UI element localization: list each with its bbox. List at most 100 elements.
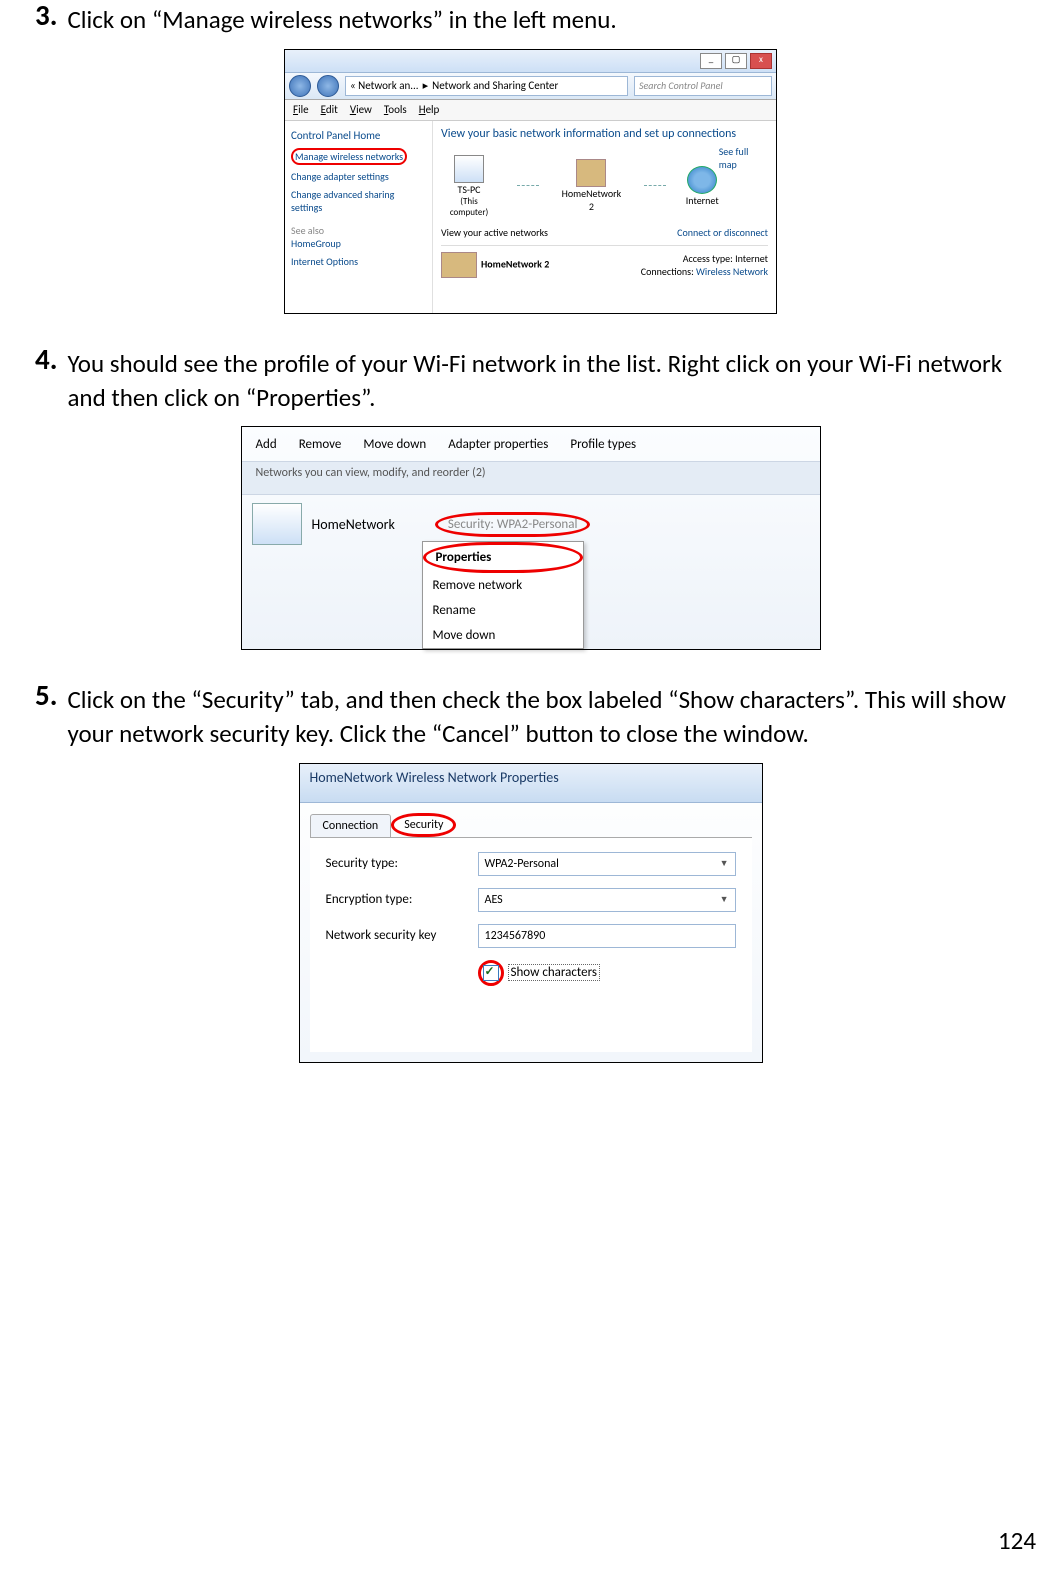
access-type-value: Internet [735, 252, 768, 265]
pc-node: TS-PC (This computer) [441, 155, 497, 218]
remove-button[interactable]: Remove [299, 437, 342, 452]
manage-wireless-link[interactable]: Manage wireless networks [291, 148, 426, 165]
menu-bar: File Edit View Tools Help [285, 100, 776, 121]
globe-icon [687, 166, 717, 194]
connection-line [517, 185, 539, 187]
minimize-button[interactable]: _ [700, 53, 722, 69]
show-characters-row: Show characters [478, 960, 736, 986]
rename-menu-item[interactable]: Rename [423, 598, 583, 623]
node-sublabel: (This computer) [441, 196, 497, 218]
tab-bar: Connection Security [300, 803, 762, 837]
input-value: 1234567890 [485, 925, 546, 947]
chevron-down-icon: ▼ [720, 889, 729, 911]
dropdown-value: WPA2-Personal [485, 853, 559, 875]
left-panel: Control Panel Home Manage wireless netwo… [285, 121, 433, 313]
menu-view[interactable]: View [350, 103, 372, 116]
step-text: Click on the “Security” tab, and then ch… [67, 680, 1026, 751]
move-down-button[interactable]: Move down [363, 437, 426, 452]
step-text: You should see the profile of your Wi-Fi… [67, 344, 1026, 415]
close-button[interactable]: x [750, 53, 772, 69]
encryption-type-label: Encryption type: [326, 892, 466, 907]
computer-icon [454, 155, 484, 183]
network-icon [252, 503, 302, 545]
move-down-menu-item[interactable]: Move down [423, 623, 583, 648]
address-bar: « Network an... ▸ Network and Sharing Ce… [285, 73, 776, 100]
chevron-down-icon: ▼ [720, 853, 729, 875]
highlight-annotation: Manage wireless networks [291, 148, 407, 165]
step-number: 4. [35, 344, 57, 376]
step-4: 4. You should see the profile of your Wi… [35, 344, 1026, 415]
security-type-label: Security type: [326, 856, 466, 871]
breadcrumb-item[interactable]: Network and Sharing Center [432, 79, 558, 92]
security-tag-highlight: Security: WPA2-Personal [435, 512, 591, 537]
add-button[interactable]: Add [256, 437, 277, 452]
tab-content: Security type: WPA2-Personal ▼ Encryption… [310, 837, 752, 1052]
connections-value[interactable]: Wireless Network [696, 265, 768, 278]
figure-properties-dialog: HomeNetwork Wireless Network Properties … [299, 763, 763, 1063]
remove-network-menu-item[interactable]: Remove network [423, 573, 583, 598]
network-icon [441, 252, 477, 278]
connections-label: Connections: [641, 265, 694, 278]
router-icon [576, 159, 606, 187]
back-button[interactable] [289, 75, 311, 97]
panel-title: View your basic network information and … [441, 127, 768, 141]
profile-types-button[interactable]: Profile types [570, 437, 636, 452]
context-menu: Properties Remove network Rename Move do… [422, 541, 584, 649]
connect-disconnect-link[interactable]: Connect or disconnect [677, 226, 768, 239]
change-adapter-link[interactable]: Change adapter settings [291, 170, 426, 183]
network-key-input[interactable]: 1234567890 [478, 924, 736, 948]
figure-network-sharing-center: _ ▢ x « Network an... ▸ Network and Shar… [284, 49, 777, 314]
list-header: Networks you can view, modify, and reord… [242, 462, 820, 495]
menu-file[interactable]: File [293, 103, 309, 116]
homegroup-link[interactable]: HomeGroup [291, 237, 426, 250]
step-5: 5. Click on the “Security” tab, and then… [35, 680, 1026, 751]
change-advanced-link[interactable]: Change advanced sharing settings [291, 188, 426, 214]
network-node: HomeNetwork 2 [559, 159, 624, 213]
show-characters-checkbox[interactable] [483, 965, 499, 981]
access-type-label: Access type: [683, 252, 733, 265]
step-number: 3. [35, 0, 57, 32]
network-row[interactable]: HomeNetwork Security: WPA2-Personal Prop… [242, 495, 820, 553]
menu-edit[interactable]: Edit [321, 103, 338, 116]
menu-tools[interactable]: Tools [384, 103, 407, 116]
connection-line [644, 185, 666, 187]
step-number: 5. [35, 680, 57, 712]
active-networks-label: View your active networks [441, 226, 548, 239]
search-input[interactable]: Search Control Panel [634, 76, 772, 96]
menu-help[interactable]: Help [419, 103, 440, 116]
internet-options-link[interactable]: Internet Options [291, 255, 426, 268]
toolbar: Add Remove Move down Adapter properties … [242, 427, 820, 462]
node-label: Internet [686, 194, 719, 207]
see-full-map-link[interactable]: See full map [719, 145, 768, 171]
adapter-properties-button[interactable]: Adapter properties [448, 437, 548, 452]
properties-menu-item[interactable]: Properties [423, 542, 583, 573]
network-map: TS-PC (This computer) HomeNetwork 2 Inte… [441, 155, 719, 218]
tab-security[interactable]: Security [391, 813, 456, 837]
internet-node: Internet [686, 166, 719, 207]
breadcrumb-item[interactable]: « Network an... [350, 79, 419, 92]
network-key-label: Network security key [326, 928, 466, 943]
dropdown-value: AES [485, 889, 503, 911]
tab-connection[interactable]: Connection [310, 814, 392, 837]
breadcrumb[interactable]: « Network an... ▸ Network and Sharing Ce… [345, 76, 628, 96]
step-text: Click on “Manage wireless networks” in t… [67, 0, 616, 37]
dialog-title: HomeNetwork Wireless Network Properties [300, 764, 762, 803]
page-number: 124 [998, 1525, 1036, 1556]
show-characters-label[interactable]: Show characters [508, 964, 600, 981]
chevron-right-icon: ▸ [423, 79, 429, 92]
control-panel-home-link[interactable]: Control Panel Home [291, 129, 426, 142]
forward-button[interactable] [317, 75, 339, 97]
step-3: 3. Click on “Manage wireless networks” i… [35, 0, 1026, 37]
encryption-type-dropdown[interactable]: AES ▼ [478, 888, 736, 912]
node-label: TS-PC [441, 183, 497, 196]
network-name: HomeNetwork [312, 516, 395, 533]
figure-manage-wireless: Add Remove Move down Adapter properties … [241, 426, 821, 650]
node-label: HomeNetwork 2 [559, 187, 624, 213]
security-type-dropdown[interactable]: WPA2-Personal ▼ [478, 852, 736, 876]
window-titlebar: _ ▢ x [285, 50, 776, 73]
network-name: HomeNetwork 2 [481, 257, 549, 270]
network-entry[interactable]: HomeNetwork 2 [441, 252, 549, 278]
maximize-button[interactable]: ▢ [725, 53, 747, 69]
see-also-label: See also [291, 224, 426, 237]
highlight-annotation [478, 960, 504, 986]
